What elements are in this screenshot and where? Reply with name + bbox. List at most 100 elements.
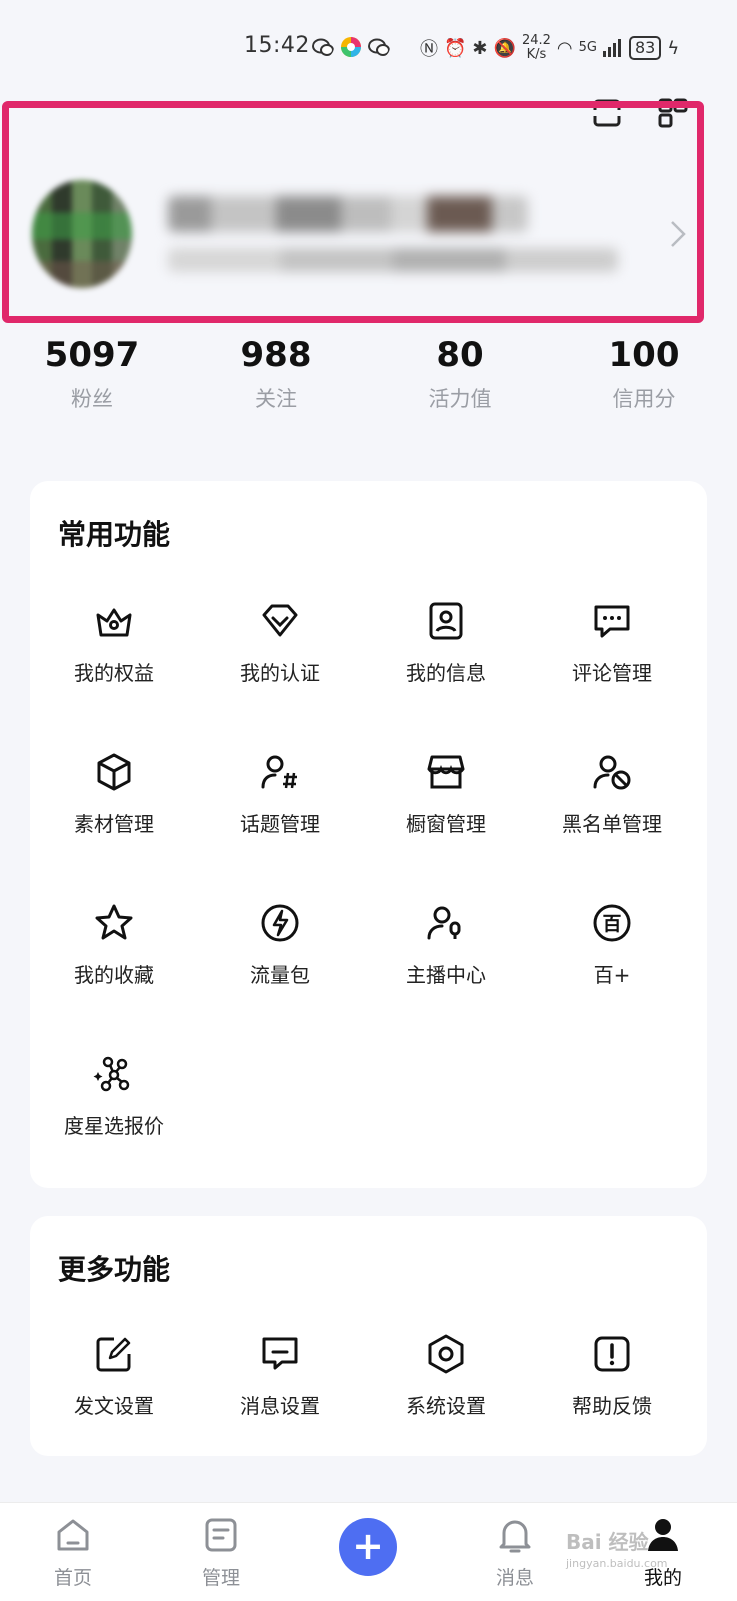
grid-label: 我的权益 [74, 661, 154, 685]
more-functions-card: 更多功能 发文设置 消息设置 系统设置 帮助反馈 [30, 1216, 707, 1456]
tab-home[interactable]: 首页 [23, 1515, 123, 1590]
system-status-icons: Ⓝ ⏰ ✱ 🔕 24.2 K/s ◠ 5G 83 ϟ [420, 34, 679, 62]
home-icon [57, 1519, 89, 1551]
grid-item-materials[interactable]: 素材管理 [30, 750, 198, 837]
grid-item-post-settings[interactable]: 发文设置 [30, 1332, 198, 1419]
grid-label: 评论管理 [572, 661, 652, 685]
bell-icon [499, 1520, 531, 1553]
grid-label: 我的认证 [240, 661, 320, 685]
block-user-icon [593, 755, 631, 790]
topic-user-icon [261, 755, 297, 789]
grid-item-blacklist[interactable]: 黑名单管理 [528, 750, 696, 837]
stat-vitality[interactable]: 80 活力值 [368, 333, 552, 433]
add-post-label: + [352, 1524, 384, 1568]
grid-item-anchor-center[interactable]: 主播中心 [362, 901, 530, 988]
svg-text:百: 百 [602, 913, 621, 935]
tab-label: 首页 [53, 1567, 92, 1589]
watermark-brand: Bai 经验 [566, 1530, 649, 1554]
grid-label: 素材管理 [74, 812, 154, 836]
settings-hex-icon [428, 1334, 464, 1374]
grid-item-info[interactable]: 我的信息 [362, 599, 530, 686]
grid-item-star-quote[interactable]: 度星选报价 [30, 1052, 198, 1139]
anchor-mic-icon [427, 906, 461, 940]
tab-label: 管理 [201, 1567, 240, 1589]
grid-item-comments[interactable]: 评论管理 [528, 599, 696, 686]
grid-label: 我的信息 [406, 661, 486, 685]
tab-label: 消息 [495, 1567, 534, 1589]
edit-icon [96, 1337, 131, 1372]
wechat-icon [312, 38, 334, 56]
grid-label: 话题管理 [240, 812, 320, 836]
wifi-icon: ◠ [556, 37, 573, 59]
more-functions-title: 更多功能 [58, 1253, 171, 1286]
colorful-app-icon [341, 37, 361, 57]
crown-icon [96, 608, 132, 637]
help-icon [594, 1336, 630, 1372]
grid-item-showcase[interactable]: 橱窗管理 [362, 750, 530, 837]
common-functions-card: 常用功能 我的权益 我的认证 我的信息 评论管理 素材管理 话题管理 橱窗管理 … [30, 481, 707, 1188]
stat-value: 100 [608, 335, 680, 375]
status-bar: 15:42 Ⓝ ⏰ ✱ 🔕 24.2 K/s ◠ 5G 83 ϟ [0, 0, 737, 100]
comment-icon [594, 605, 630, 638]
stat-label: 活力值 [428, 387, 492, 411]
grid-label: 度星选报价 [64, 1114, 164, 1138]
signal-bars-icon [602, 39, 621, 57]
grid-item-verification[interactable]: 我的认证 [196, 599, 364, 686]
grid-label: 百+ [593, 963, 631, 987]
grid-label: 黑名单管理 [562, 812, 662, 836]
star-icon [95, 904, 133, 940]
battery-level: 83 [628, 36, 662, 60]
grid-label: 消息设置 [240, 1394, 320, 1418]
net-speed-unit: K/s [526, 47, 547, 62]
nodes-icon [93, 1056, 130, 1092]
baidu-jingyan-watermark: Bai 经验 jingyan.baidu.com [566, 1526, 696, 1570]
lightning-icon [261, 904, 299, 942]
stats-row: 5097 粉丝 988 关注 80 活力值 100 信用分 [0, 333, 737, 433]
stat-value: 5097 [44, 335, 140, 375]
grid-label: 系统设置 [406, 1394, 486, 1418]
stat-following[interactable]: 988 关注 [184, 333, 368, 433]
stat-fans[interactable]: 5097 粉丝 [0, 333, 184, 433]
stat-value: 988 [240, 335, 312, 375]
watermark-url: jingyan.baidu.com [566, 1557, 668, 1570]
grid-label: 橱窗管理 [406, 812, 486, 836]
bai-icon: 百 [593, 904, 631, 942]
grid-item-topics[interactable]: 话题管理 [196, 750, 364, 837]
charging-icon: ϟ [667, 37, 680, 59]
mute-bell-icon: 🔕 [493, 37, 516, 59]
grid-item-bai-plus[interactable]: 百 百+ [528, 901, 696, 988]
grid-item-message-settings[interactable]: 消息设置 [196, 1332, 364, 1419]
grid-item-traffic-pack[interactable]: 流量包 [196, 901, 364, 988]
stat-label: 关注 [255, 387, 297, 411]
tab-manage[interactable]: 管理 [171, 1515, 271, 1590]
alarm-icon: ⏰ [444, 37, 467, 59]
grid-item-system-settings[interactable]: 系统设置 [362, 1332, 530, 1419]
grid-item-rights[interactable]: 我的权益 [30, 599, 198, 686]
stat-credit[interactable]: 100 信用分 [552, 333, 736, 433]
notification-icons [312, 36, 390, 58]
grid-label: 发文设置 [74, 1394, 154, 1418]
id-card-icon [429, 602, 463, 640]
manage-icon [205, 1518, 237, 1552]
grid-label: 主播中心 [406, 963, 486, 987]
tab-messages[interactable]: 消息 [465, 1515, 565, 1590]
wechat-icon-2 [368, 38, 390, 56]
stat-label: 信用分 [612, 387, 676, 411]
net-speed: 24.2 K/s [522, 34, 551, 62]
grid-item-help-feedback[interactable]: 帮助反馈 [528, 1332, 696, 1419]
cube-icon [97, 753, 131, 791]
net-speed-value: 24.2 [521, 33, 551, 48]
grid-label: 我的收藏 [74, 963, 154, 987]
add-post-button[interactable]: + [339, 1518, 397, 1576]
bluetooth-icon: ✱ [472, 37, 488, 59]
grid-label: 流量包 [250, 963, 310, 987]
status-time: 15:42 [244, 33, 310, 58]
store-icon [427, 755, 465, 789]
badge-check-icon [262, 604, 298, 637]
common-functions-title: 常用功能 [58, 518, 171, 551]
signal-label: 5G [578, 40, 597, 55]
grid-item-favorites[interactable]: 我的收藏 [30, 901, 198, 988]
stat-value: 80 [436, 335, 484, 375]
nfc-icon: Ⓝ [420, 39, 438, 60]
stat-label: 粉丝 [71, 387, 113, 411]
